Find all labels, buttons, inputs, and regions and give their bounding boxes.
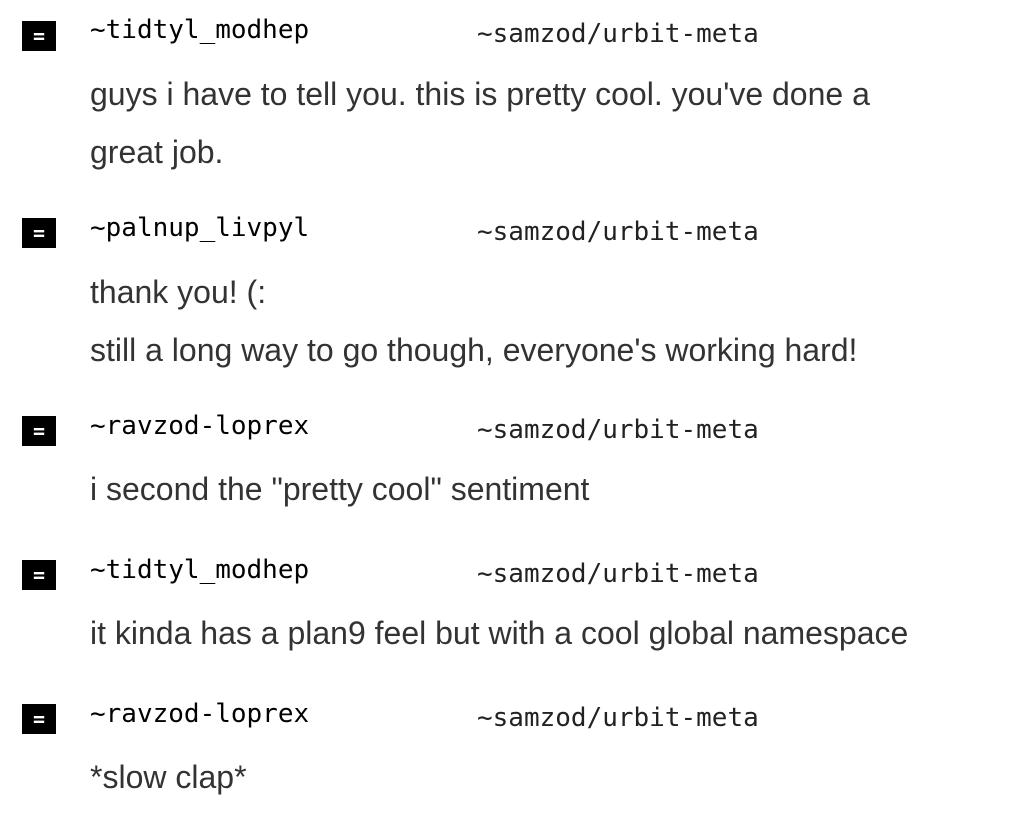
message-feed: = ~tidtyl_modhep ~samzod/urbit-meta guys… <box>0 0 1022 814</box>
author-name[interactable]: ~palnup_livpyl <box>90 212 309 244</box>
message-body: i second the "pretty cool" sentiment <box>90 460 1010 518</box>
channel-name[interactable]: ~samzod/urbit-meta <box>477 702 759 734</box>
message-line: it kinda has a plan9 feel but with a coo… <box>90 615 909 651</box>
message-line: *slow clap* <box>90 759 247 795</box>
author-name[interactable]: ~ravzod-loprex <box>90 410 309 442</box>
sigil-icon[interactable]: = <box>22 560 56 590</box>
author-name[interactable]: ~ravzod-loprex <box>90 698 309 730</box>
message-body: it kinda has a plan9 feel but with a coo… <box>90 604 1010 662</box>
author-name[interactable]: ~tidtyl_modhep <box>90 14 309 46</box>
message-body: guys i have to tell you. this is pretty … <box>90 65 1010 181</box>
channel-name[interactable]: ~samzod/urbit-meta <box>477 18 759 50</box>
sigil-icon[interactable]: = <box>22 416 56 446</box>
channel-name[interactable]: ~samzod/urbit-meta <box>477 216 759 248</box>
sigil-icon[interactable]: = <box>22 218 56 248</box>
message-line: great job. <box>90 134 224 170</box>
channel-name[interactable]: ~samzod/urbit-meta <box>477 414 759 446</box>
message-line: thank you! (: <box>90 274 267 310</box>
sigil-icon[interactable]: = <box>22 21 56 51</box>
message-body: thank you! (: still a long way to go tho… <box>90 263 1010 379</box>
sigil-icon[interactable]: = <box>22 704 56 734</box>
message-line: i second the "pretty cool" sentiment <box>90 471 590 507</box>
message-line: guys i have to tell you. this is pretty … <box>90 76 870 112</box>
author-name[interactable]: ~tidtyl_modhep <box>90 554 309 586</box>
message-body: *slow clap* <box>90 748 1010 806</box>
message-line: still a long way to go though, everyone'… <box>90 332 858 368</box>
channel-name[interactable]: ~samzod/urbit-meta <box>477 558 759 590</box>
